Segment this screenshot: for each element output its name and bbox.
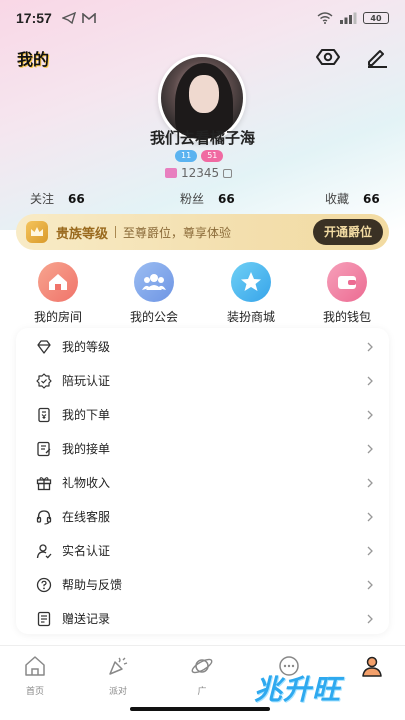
home-tab-icon xyxy=(25,656,45,676)
menu-label: 帮助与反馈 xyxy=(62,578,123,592)
menu-help-feedback[interactable]: 帮助与反馈 xyxy=(16,568,389,601)
menu-online-service[interactable]: 在线客服 xyxy=(16,500,389,533)
vip-divider xyxy=(115,226,117,238)
home-icon xyxy=(38,262,78,302)
crown-icon xyxy=(26,221,48,243)
watermark-logo: 兆升旺 xyxy=(254,673,342,706)
menu-label: 我的接单 xyxy=(62,442,111,456)
status-bar: 17:57 40 xyxy=(0,0,405,36)
menu-label: 我的等级 xyxy=(62,340,111,354)
menu-gift-income[interactable]: 礼物收入 xyxy=(16,466,389,499)
stat-label: 粉丝 xyxy=(180,192,205,206)
order-icon xyxy=(38,407,50,422)
tab-mine[interactable] xyxy=(347,654,397,695)
signal-icon xyxy=(340,12,357,24)
stat-value: 66 xyxy=(363,191,380,206)
group-icon xyxy=(134,262,174,302)
tab-party[interactable]: 派对 xyxy=(93,654,143,697)
quick-my-wallet[interactable]: 我的钱包 xyxy=(307,262,387,325)
stat-value: 66 xyxy=(68,191,85,206)
page-title: 我的 xyxy=(17,50,50,69)
chevron-right-icon xyxy=(367,410,373,419)
stat-favorites[interactable]: 收藏 66 xyxy=(325,190,380,207)
level-badge-a: 11 xyxy=(175,150,198,162)
quick-label: 我的公会 xyxy=(129,310,178,324)
chevron-right-icon xyxy=(367,376,373,385)
menu-gift-records[interactable]: 赠送记录 xyxy=(16,602,389,635)
help-icon xyxy=(36,577,52,592)
user-id: 12345 xyxy=(181,166,220,180)
menu-card: 我的等级 陪玩认证 我的下单 我的接单 礼物收入 在线客服 实名认证 帮助与反馈 xyxy=(16,328,389,634)
diamond-icon xyxy=(37,339,51,354)
tab-label: 广 xyxy=(197,687,207,697)
telegram-icon xyxy=(61,12,76,24)
vip-title: 贵族等级 xyxy=(56,226,109,242)
vip-open-button[interactable]: 开通爵位 xyxy=(312,219,383,245)
quick-my-guild[interactable]: 我的公会 xyxy=(114,262,194,325)
headset-icon xyxy=(36,509,52,525)
menu-my-level[interactable]: 我的等级 xyxy=(16,330,389,363)
quick-dress-shop[interactable]: 装扮商城 xyxy=(211,262,291,325)
tab-label xyxy=(347,684,397,695)
edit-icon[interactable] xyxy=(364,44,390,70)
quick-actions: 我的房间 我的公会 装扮商城 我的钱包 xyxy=(0,262,405,324)
copy-icon[interactable] xyxy=(223,168,233,178)
mail-icon xyxy=(82,12,96,23)
quick-label: 我的钱包 xyxy=(322,310,371,324)
id-card-icon xyxy=(165,168,177,178)
menu-realname-cert[interactable]: 实名认证 xyxy=(16,534,389,567)
vip-banner[interactable]: 贵族等级 至尊爵位，尊享体验 开通爵位 xyxy=(16,214,389,250)
chevron-right-icon xyxy=(367,342,373,351)
stat-value: 66 xyxy=(218,191,235,206)
chevron-right-icon xyxy=(367,580,373,589)
chevron-right-icon xyxy=(367,444,373,453)
party-tab-icon xyxy=(109,657,128,675)
stat-label: 关注 xyxy=(30,192,55,206)
stat-fans[interactable]: 粉丝 66 xyxy=(180,190,235,207)
receive-order-icon xyxy=(37,441,51,456)
quick-label: 我的房间 xyxy=(33,310,82,324)
level-badge-b: 51 xyxy=(201,150,224,162)
tab-label: 派对 xyxy=(108,687,127,697)
vip-description: 至尊爵位，尊享体验 xyxy=(123,225,232,240)
profile-tab-icon xyxy=(362,656,382,677)
gift-icon xyxy=(36,476,52,490)
planet-tab-icon xyxy=(191,658,213,674)
chevron-right-icon xyxy=(367,512,373,521)
chevron-right-icon xyxy=(367,614,373,623)
wallet-icon xyxy=(327,262,367,302)
battery-icon: 40 xyxy=(363,12,389,24)
quick-my-room[interactable]: 我的房间 xyxy=(18,262,98,325)
chevron-right-icon xyxy=(367,478,373,487)
record-icon xyxy=(37,611,51,626)
menu-label: 陪玩认证 xyxy=(62,374,111,388)
menu-label: 我的下单 xyxy=(62,408,111,422)
tab-label: 首页 xyxy=(25,687,44,697)
user-id-row: 12345 xyxy=(165,166,233,180)
status-time: 17:57 xyxy=(16,10,52,26)
user-verify-icon xyxy=(36,543,52,559)
tab-square[interactable]: 广 xyxy=(177,654,227,697)
stat-following[interactable]: 关注 66 xyxy=(30,190,85,207)
menu-companion-cert[interactable]: 陪玩认证 xyxy=(16,364,389,397)
menu-my-accepted[interactable]: 我的接单 xyxy=(16,432,389,465)
chevron-right-icon xyxy=(367,546,373,555)
stat-label: 收藏 xyxy=(325,192,350,206)
menu-label: 礼物收入 xyxy=(62,476,111,490)
menu-label: 赠送记录 xyxy=(62,612,111,626)
star-icon xyxy=(231,262,271,302)
home-indicator xyxy=(130,707,270,711)
eye-icon[interactable] xyxy=(315,44,341,70)
username: 我们去看橘子海 xyxy=(149,129,255,147)
menu-label: 实名认证 xyxy=(62,544,111,558)
badge-check-icon xyxy=(36,372,52,389)
stats-row: 关注 66 粉丝 66 收藏 66 xyxy=(0,190,405,208)
quick-label: 装扮商城 xyxy=(226,310,275,324)
menu-my-orders[interactable]: 我的下单 xyxy=(16,398,389,431)
tab-home[interactable]: 首页 xyxy=(10,654,60,697)
wifi-icon xyxy=(317,12,333,24)
level-badges: 11 51 xyxy=(175,150,224,162)
menu-label: 在线客服 xyxy=(62,510,111,524)
